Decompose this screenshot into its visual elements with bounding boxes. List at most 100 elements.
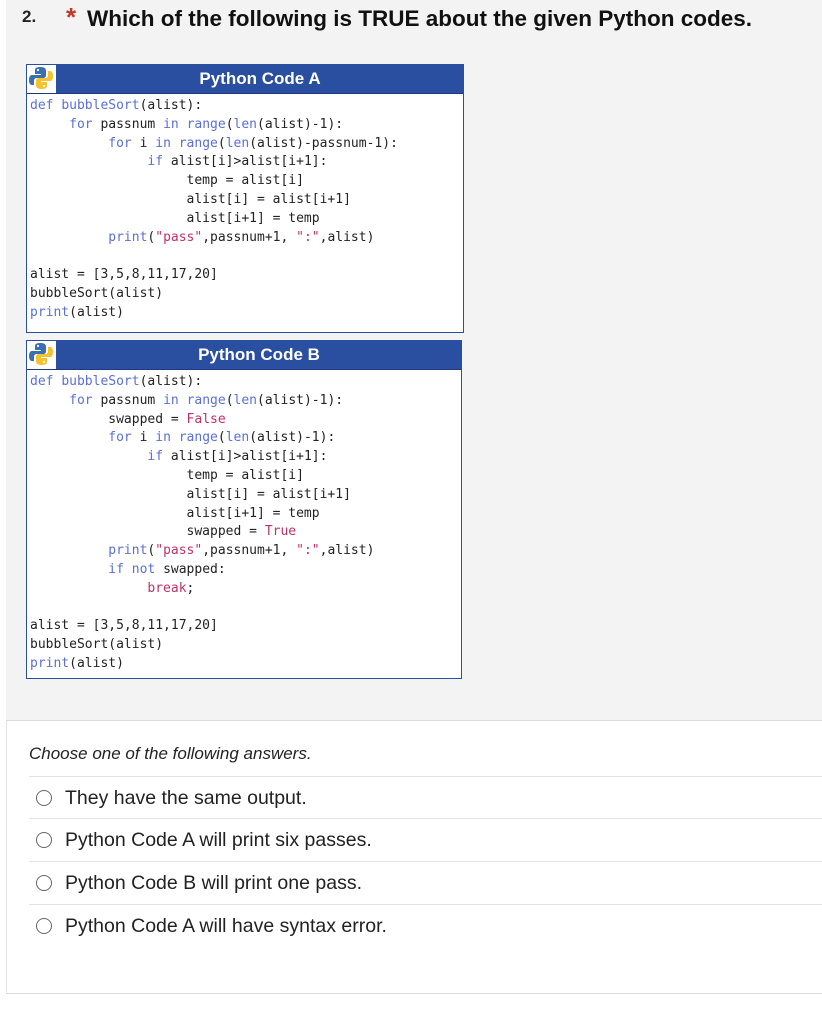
code-token: len [233,392,258,408]
code-token: bubbleSort [61,374,140,389]
code-token: True [264,524,297,540]
code-token: alist[i+1] = temp [30,210,320,226]
code-token: False [186,411,226,427]
answer-option-label: Python Code A will print six passes. [65,829,372,851]
code-token: in [163,392,179,408]
code-token: range [186,392,226,408]
answer-option-4[interactable]: Python Code A will have syntax error. [29,904,822,947]
code-token: for [69,116,93,132]
code-token: bubbleSort [61,98,140,113]
code-token: ( [225,392,234,408]
code-token: range [178,135,218,151]
code-token: alist[i]>alist[i+1]: [163,449,328,465]
question-number: 2. [22,7,37,26]
question-text: Which of the following is TRUE about the… [87,6,753,31]
code-token: range [178,430,218,446]
code-token: alist[i] = alist[i+1] [30,191,351,207]
code-token: if not [108,561,156,577]
code-token: swapped: [155,561,226,577]
code-token: alist[i]>alist[i+1]: [163,154,328,170]
code-token: ":" [296,229,320,245]
code-token: range [186,116,226,132]
code-box-b: Python Code B def bubbleSort(alist): for… [26,340,462,679]
radio-button-icon[interactable] [36,875,52,891]
code-box-a: Python Code A def bubbleSort(alist): for… [26,64,464,333]
code-token: ,alist) [319,543,375,559]
code-token: if [147,154,164,170]
code-token: in [155,135,171,151]
code-token: temp = alist[i] [30,467,304,483]
code-token: temp = alist[i] [30,173,304,189]
radio-button-icon[interactable] [36,918,52,934]
code-token: swapped = [30,411,187,427]
code-token: i [131,135,156,151]
code-token: break [147,580,187,596]
code-token: (alist)-1): [257,116,344,132]
code-token: ( [217,430,226,446]
code-token: print [108,229,148,245]
code-token: alist[i] = alist[i+1] [30,486,351,502]
code-token: bubbleSort(alist) [30,285,164,301]
code-token: for [108,135,132,151]
python-logo-icon [27,341,57,369]
code-token: (alist)-1): [249,430,336,446]
code-token: ,alist) [319,229,375,245]
code-token: in [155,430,171,446]
code-token: print [30,655,70,671]
code-token: i [131,430,156,446]
code-listing-a: def bubbleSort(alist): for passnum in ra… [27,94,463,323]
answer-option-3[interactable]: Python Code B will print one pass. [29,861,822,904]
code-token: ( [217,135,226,151]
code-token: ( [225,116,234,132]
code-token: (alist): [139,374,203,389]
code-token: (alist)-passnum-1): [249,135,398,151]
answer-option-1[interactable]: They have the same output. [29,776,822,819]
radio-button-icon[interactable] [36,832,52,848]
code-token: in [163,116,179,132]
code-token: for [69,392,93,408]
code-token: "pass" [155,229,203,245]
code-token: alist[i+1] = temp [30,505,320,521]
code-token: print [30,304,70,320]
code-token: alist = [3,5,8,11,17,20] [30,618,218,634]
code-token: len [225,430,250,446]
code-token: ,passnum+1, [202,229,297,245]
code-token: passnum [92,392,164,408]
code-token: passnum [92,116,164,132]
code-token: for [108,430,132,446]
code-token: if [147,449,164,465]
code-token: (alist) [69,304,124,320]
python-logo-icon [27,65,57,93]
code-listing-b: def bubbleSort(alist): for passnum in ra… [27,370,461,674]
required-marker: * [66,2,77,32]
radio-button-icon[interactable] [36,790,52,806]
code-token: (alist)-1): [257,392,344,408]
code-token: def [30,98,62,113]
answers-panel: Choose one of the following answers. The… [6,720,822,994]
code-header-b: Python Code B [27,341,461,370]
code-token: def [30,374,62,389]
code-token: len [225,135,250,151]
answer-option-label: They have the same output. [65,787,307,809]
code-token: ":" [296,543,320,559]
code-token: (alist): [139,98,203,113]
code-token: swapped = [30,524,265,540]
answer-option-label: Python Code A will have syntax error. [65,915,387,937]
answer-option-2[interactable]: Python Code A will print six passes. [29,818,822,861]
code-title-b: Python Code B [198,345,320,364]
code-token: len [233,116,258,132]
code-header-a: Python Code A [27,65,463,94]
answers-prompt: Choose one of the following answers. [29,744,312,763]
answer-option-label: Python Code B will print one pass. [65,872,362,894]
